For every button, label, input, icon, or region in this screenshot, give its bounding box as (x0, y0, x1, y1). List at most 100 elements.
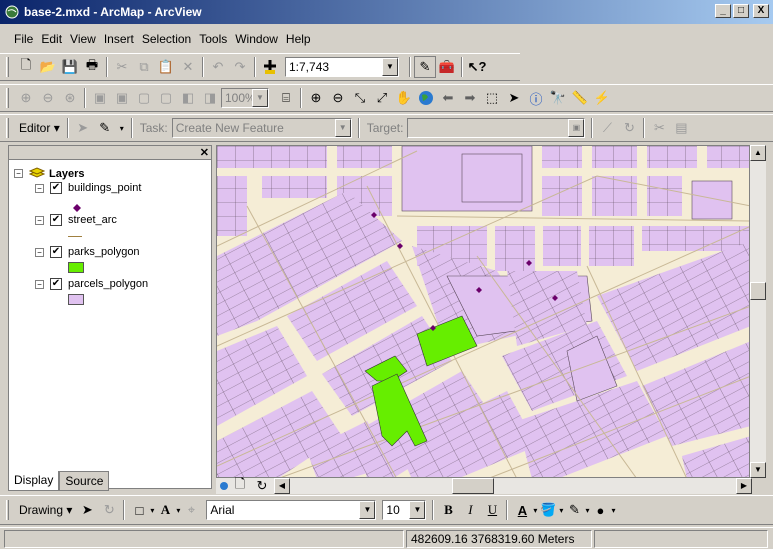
marker-color-icon[interactable]: ● (589, 499, 611, 521)
layer-visibility-checkbox[interactable]: ✔ (50, 182, 62, 194)
go-forward-arrow-icon[interactable]: ➡ (459, 87, 481, 109)
sketch-properties-icon[interactable]: ✂ (648, 117, 670, 139)
measure-icon[interactable]: 📏 (569, 87, 591, 109)
minimize-button[interactable]: _ (715, 4, 731, 18)
collapse-icon[interactable]: − (35, 279, 44, 289)
rotate-tool-icon[interactable]: ↻ (618, 117, 640, 139)
chevron-down-icon[interactable]: ▼ (359, 501, 376, 519)
split-tool-icon[interactable]: ⟋ (596, 117, 618, 139)
layer-visibility-checkbox[interactable]: ✔ (50, 278, 62, 290)
collapse-icon[interactable]: − (14, 169, 23, 178)
fixed-zoom-in-icon[interactable]: ⤡ (349, 87, 371, 109)
edit-tool-arrow-icon[interactable]: ➤ (72, 117, 94, 139)
hyperlink-lightning-icon[interactable]: ⚡ (591, 87, 613, 109)
scroll-right-icon[interactable]: ▶ (736, 478, 752, 494)
rotate-icon[interactable]: ↻ (98, 499, 120, 521)
toc-layer-parcels[interactable]: − ✔ parcels_polygon (35, 278, 148, 290)
sketch-pencil-icon[interactable]: ✎ (94, 117, 116, 139)
data-view-globe-icon[interactable] (216, 475, 232, 497)
select-features-icon[interactable]: ⬚ (481, 87, 503, 109)
toggle-draft-mode-icon[interactable]: ⌸ (275, 87, 297, 109)
close-button[interactable]: X (753, 4, 769, 18)
add-data-icon[interactable] (259, 56, 281, 78)
map-display[interactable] (216, 145, 750, 478)
map-horizontal-scrollbar[interactable]: 🗋 ↻ ◀ ▶ (216, 475, 752, 497)
map-scale-combo[interactable]: 1:7,743 ▼ (285, 57, 399, 77)
redo-icon[interactable]: ↷ (229, 56, 251, 78)
go-back-arrow-icon[interactable]: ⬅ (437, 87, 459, 109)
font-size-combo[interactable]: 10 ▼ (382, 500, 427, 520)
layer-visibility-checkbox[interactable]: ✔ (50, 246, 62, 258)
rectangle-icon[interactable]: □ (128, 499, 150, 521)
line-color-pen-icon[interactable]: ✎ (563, 499, 585, 521)
attributes-icon[interactable]: ▤ (670, 117, 692, 139)
font-combo[interactable]: Arial ▼ (206, 500, 377, 520)
map-vertical-scrollbar[interactable]: ▲ ▼ (750, 145, 766, 478)
layer-visibility-checkbox[interactable]: ✔ (50, 214, 62, 226)
menu-selection[interactable]: Selection (138, 30, 195, 48)
scroll-thumb[interactable] (750, 282, 766, 300)
menu-view[interactable]: View (66, 30, 100, 48)
layout-zoom-out-icon[interactable]: ▣ (111, 87, 133, 109)
h-scroll-thumb[interactable] (452, 478, 494, 494)
arctoolbox-icon[interactable]: 🧰 (436, 56, 458, 78)
chevron-down-icon[interactable]: ▼ (409, 501, 426, 519)
editor-toolbar-icon[interactable]: ✎ (414, 56, 436, 78)
zoom-percent-combo[interactable]: 100% ▼ (221, 88, 269, 108)
map-canvas[interactable] (217, 146, 750, 478)
tab-display[interactable]: Display (8, 471, 60, 491)
underline-button[interactable]: U (481, 499, 503, 521)
toc-layer-parks[interactable]: − ✔ parks_polygon (35, 246, 140, 258)
layout-full-page-icon[interactable]: ▢ (155, 87, 177, 109)
tab-source[interactable]: Source (59, 471, 110, 491)
zoom-out-fixed-icon[interactable]: ⊖ (37, 87, 59, 109)
layout-view-page-icon[interactable]: 🗋 (232, 475, 248, 497)
new-document-icon[interactable]: 🗋 (15, 56, 37, 78)
font-color-icon[interactable]: A (511, 499, 533, 521)
zoom-out-icon[interactable]: ⊖ (327, 87, 349, 109)
full-extent-globe-icon[interactable] (415, 87, 437, 109)
select-elements-arrow-icon[interactable]: ➤ (503, 87, 525, 109)
bold-button[interactable]: B (437, 499, 459, 521)
scroll-down-icon[interactable]: ▼ (750, 462, 766, 478)
fixed-zoom-out-icon[interactable]: ⤢ (371, 87, 393, 109)
whats-this-help-icon[interactable]: ↖? (466, 56, 488, 78)
print-icon[interactable]: 🖶 (81, 56, 103, 78)
copy-icon[interactable]: ⧉ (133, 56, 155, 78)
layout-fixed-zoom-icon[interactable]: ▢ (133, 87, 155, 109)
collapse-icon[interactable]: − (35, 215, 44, 225)
chevron-down-icon[interactable]: ▼ (252, 89, 268, 107)
collapse-icon[interactable]: − (35, 247, 44, 257)
save-icon[interactable]: 💾 (59, 56, 81, 78)
toc-close-icon[interactable]: ✕ (200, 146, 209, 159)
fill-color-bucket-icon[interactable]: 🪣 (537, 499, 559, 521)
find-binoculars-icon[interactable]: 🔭 (547, 87, 569, 109)
chevron-down-icon[interactable]: ▼ (334, 119, 351, 137)
italic-button[interactable]: I (459, 499, 481, 521)
scroll-left-icon[interactable]: ◀ (274, 478, 290, 494)
zoom-in-fixed-icon[interactable]: ⊕ (15, 87, 37, 109)
edit-vertices-icon[interactable]: ⌖ (180, 499, 202, 521)
chevron-down-icon[interactable]: ▼ (382, 58, 398, 76)
text-icon[interactable]: A (154, 499, 176, 521)
target-combo[interactable]: ▣ (407, 118, 586, 138)
cut-icon[interactable]: ✂ (111, 56, 133, 78)
paste-icon[interactable]: 📋 (155, 56, 177, 78)
toc-layer-streets[interactable]: − ✔ street_arc (35, 214, 117, 226)
task-combo[interactable]: Create New Feature ▼ (171, 118, 352, 138)
layout-back-icon[interactable]: ◧ (177, 87, 199, 109)
menu-insert[interactable]: Insert (100, 30, 138, 48)
chevron-down-icon[interactable]: ▣ (568, 119, 585, 137)
toc-layer-buildings[interactable]: − ✔ buildings_point (35, 182, 141, 194)
collapse-icon[interactable]: − (35, 183, 44, 193)
menu-tools[interactable]: Tools (195, 30, 231, 48)
scroll-up-icon[interactable]: ▲ (750, 145, 766, 161)
open-folder-icon[interactable]: 📂 (37, 56, 59, 78)
identify-icon[interactable]: ⓘ (525, 87, 547, 109)
menu-window[interactable]: Window (231, 30, 282, 48)
refresh-icon[interactable]: ↻ (254, 475, 270, 497)
maximize-button[interactable]: □ (733, 4, 749, 18)
toc-root-layers[interactable]: − Layers (14, 166, 84, 181)
undo-icon[interactable]: ↶ (207, 56, 229, 78)
zoom-in-icon[interactable]: ⊕ (305, 87, 327, 109)
